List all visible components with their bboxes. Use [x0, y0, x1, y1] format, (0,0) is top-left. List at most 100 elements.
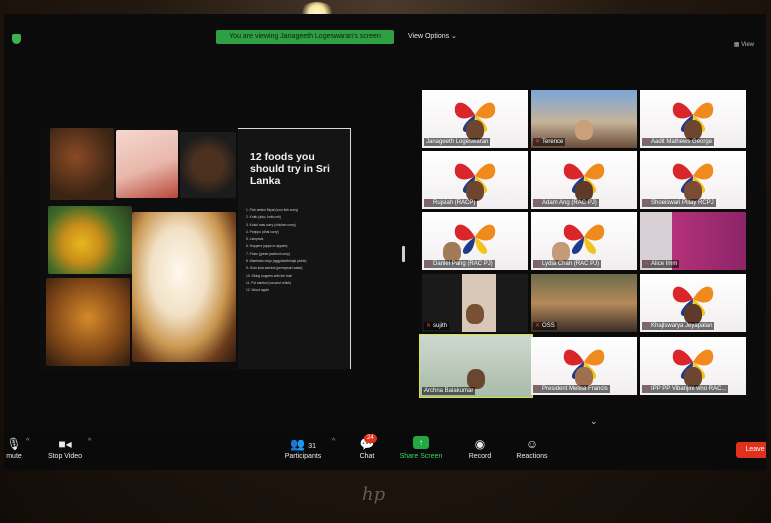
leave-button[interactable]: Leave [736, 442, 766, 458]
share-screen-button[interactable]: ↑ Share Screen [396, 436, 446, 461]
chevron-up-icon[interactable]: ^ [26, 438, 29, 445]
food-list-poster: 12 foods you should try in Sri Lanka 1. … [238, 128, 351, 369]
mic-icon: 🎙 [6, 437, 22, 451]
participant-name-text: IPP PP Vibanjini vino RAC... [651, 386, 727, 392]
participant-tile[interactable]: ✕ Terence [531, 90, 637, 148]
chevron-down-icon[interactable]: ⌄ [590, 416, 598, 427]
share-screen-icon: ↑ [413, 436, 429, 449]
participant-name-text: sujith [433, 323, 448, 329]
participants-icon: 👥 31 [289, 437, 317, 451]
participant-name: ✕ Aadit Mathews George [642, 138, 715, 146]
participant-face [575, 367, 593, 387]
chat-label: Chat [359, 453, 375, 460]
participant-face [551, 242, 570, 262]
muted-mic-icon: ✕ [426, 200, 432, 206]
participant-name-text: Alice Imm [651, 261, 678, 267]
viewing-banner: You are viewing Janageeth Logeswaran's s… [216, 30, 394, 44]
chevron-up-icon[interactable]: ^ [332, 438, 335, 445]
food-photo [50, 128, 114, 200]
participant-tile[interactable]: ✕ President Melisa Francis [531, 337, 637, 395]
panel-resize-handle[interactable] [402, 246, 405, 262]
participant-name: ✕ Khajlswarya Jeyapalan [642, 322, 715, 330]
food-list: 1. Fish ambul thiyal (sour fish curry) 2… [246, 207, 346, 295]
reactions-label: Reactions [516, 453, 548, 460]
participant-tile[interactable]: ✕ sujith [422, 274, 528, 332]
participant-face [466, 181, 484, 201]
list-item: 12. Wood apple [246, 288, 270, 293]
video-icon: ■◂ [58, 437, 72, 451]
mute-button[interactable]: 🎙 mute [4, 436, 24, 461]
participant-face [684, 120, 702, 140]
muted-mic-icon: ✕ [644, 261, 650, 267]
list-item: 10. String hoppers with kiri hodi [246, 273, 292, 278]
stop-video-label: Stop Video [47, 453, 83, 460]
muted-mic-icon: ✕ [644, 386, 650, 392]
participant-name-text: Terence [542, 139, 564, 145]
shield-icon[interactable] [12, 34, 21, 44]
list-item: 6. Hoppers (appa or appam) [246, 244, 288, 249]
list-item: 5. Lamprais [246, 237, 264, 242]
participant-name: Janageeth Logeswaran [424, 138, 491, 146]
participants-button[interactable]: 👥 31 Participants [276, 436, 330, 461]
stop-video-button[interactable]: ■◂ Stop Video [42, 436, 88, 461]
participant-name: ✕ IPP PP Vibanjini vino RAC... [642, 385, 729, 393]
chat-badge: 24 [364, 434, 377, 443]
muted-mic-icon: ✕ [426, 323, 432, 329]
participant-tile[interactable]: ✕ Rujsiah (RACP) [422, 151, 528, 209]
list-item: 1. Fish ambul thiyal (sour fish curry) [246, 208, 299, 212]
participant-name-text: Adam Ang (RAC PJ) [542, 200, 597, 206]
participant-name: ✕ sujith [424, 322, 450, 330]
record-icon: ◉ [474, 437, 486, 451]
participant-tile[interactable]: ✕ Aadit Mathews George [640, 90, 746, 148]
shared-screen: 12 foods you should try in Sri Lanka 1. … [40, 128, 352, 370]
participant-tile[interactable]: ✕ OSS [531, 274, 637, 332]
view-button[interactable]: ▦ View [734, 41, 754, 48]
muted-mic-icon: ✕ [535, 139, 541, 145]
participant-tile[interactable]: ✕ Adam Ang (RAC PJ) [531, 151, 637, 209]
participant-tile[interactable]: ✕ IPP PP Vibanjini vino RAC... [640, 337, 746, 395]
mute-label: mute [6, 453, 22, 460]
participant-tile[interactable]: ✕ Lydia Chan (RAC PJ) [531, 212, 637, 270]
meeting-toolbar: 🎙 mute ^ ■◂ Stop Video ^ 👥 31 Participan… [4, 432, 766, 470]
participant-name-text: President Melisa Francis [542, 386, 608, 392]
hp-logo: hp [362, 484, 386, 505]
participant-face [684, 367, 702, 387]
record-button[interactable]: ◉ Record [462, 436, 498, 461]
participant-name: ✕ Terence [533, 138, 566, 146]
participant-tile[interactable]: ✕ Khajlswarya Jeyapalan [640, 274, 746, 332]
list-item: 11. Pol sambol (coconut relish) [246, 280, 292, 285]
participant-name-text: Janageeth Logeswaran [426, 139, 489, 145]
participant-tile[interactable]: ✕ Daniel Pang (RAC PJ) [422, 212, 528, 270]
chat-button[interactable]: 💬 24 Chat [352, 434, 382, 461]
list-item: 2. Kottu (also, kottu roti) [246, 215, 281, 220]
participant-face [684, 304, 702, 324]
participant-name: ✕ Daniel Pang (RAC PJ) [424, 260, 495, 268]
participant-name: ✕ OSS [533, 322, 557, 330]
food-photo [46, 278, 130, 366]
food-photo [180, 132, 236, 198]
list-item: 7. Polos (green jackfruit curry) [246, 251, 290, 256]
participant-face [442, 242, 461, 262]
participant-face [575, 120, 593, 140]
muted-mic-icon: ✕ [535, 323, 541, 329]
participants-count: 31 [308, 443, 317, 450]
participant-name-text: Archna Balakumar [424, 388, 474, 394]
participant-face [467, 369, 485, 389]
participant-tile[interactable]: Archna Balakumar [419, 334, 533, 398]
view-options-button[interactable]: View Options ⌄ [408, 32, 457, 40]
participant-name: ✕ Adam Ang (RAC PJ) [533, 199, 599, 207]
participant-face [575, 181, 593, 201]
muted-mic-icon: ✕ [644, 139, 650, 145]
participants-label: Participants [284, 453, 322, 460]
muted-mic-icon: ✕ [535, 261, 541, 267]
food-photo [116, 130, 178, 198]
participant-name-text: Lydia Chan (RAC PJ) [542, 261, 600, 267]
participant-tile[interactable]: Janageeth Logeswaran [422, 90, 528, 148]
participant-face [466, 304, 484, 324]
participant-tile[interactable]: ✕ Shoeiswari Pillay RCPJ [640, 151, 746, 209]
participant-tile[interactable]: ✕ Alice Imm [640, 212, 746, 270]
chevron-up-icon[interactable]: ^ [88, 438, 91, 445]
participant-name: ✕ Lydia Chan (RAC PJ) [533, 260, 602, 268]
participant-name: ✕ Rujsiah (RACP) [424, 199, 478, 207]
reactions-button[interactable]: ☺ Reactions [510, 436, 554, 461]
